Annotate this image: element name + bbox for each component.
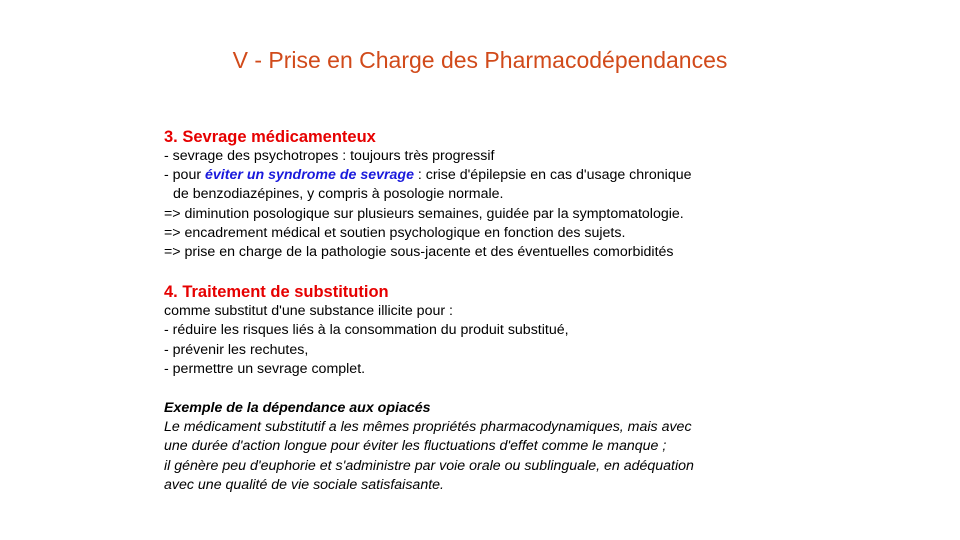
example-heading: Exemple de la dépendance aux opiacés: [164, 400, 431, 417]
text-fragment: - pour: [164, 167, 206, 184]
text-line: comme substitut d'une substance illicite…: [164, 303, 453, 320]
slide-body: 3. Sevrage médicamenteux - sevrage des p…: [164, 127, 804, 495]
section-heading-substitution: 4. Traitement de substitution: [164, 283, 389, 302]
example-text-line: avec une qualité de vie sociale satisfai…: [164, 476, 444, 493]
text-line: => prise en charge de la pathologie sous…: [164, 244, 674, 261]
text-line: - réduire les risques liés à la consomma…: [164, 322, 569, 339]
text-line: => diminution posologique sur plusieurs …: [164, 205, 684, 222]
text-fragment: : crise d'épilepsie en cas d'usage chron…: [413, 167, 692, 184]
text-line: de benzodiazépines, y compris à posologi…: [173, 186, 504, 203]
text-line: - prévenir les rechutes,: [164, 341, 309, 358]
text-line: => encadrement médical et soutien psycho…: [164, 224, 626, 241]
example-text-line: Le médicament substitutif a les mêmes pr…: [164, 419, 692, 436]
slide-title: V - Prise en Charge des Pharmacodépendan…: [232, 47, 728, 73]
text-line: - sevrage des psychotropes : toujours tr…: [164, 148, 495, 164]
highlighted-phrase: éviter un syndrome de sevrage: [205, 167, 414, 184]
example-text-line: une durée d'action longue pour éviter le…: [164, 438, 667, 455]
example-text-line: il génère peu d'euphorie et s'administre…: [164, 457, 694, 474]
section-heading-sevrage: 3. Sevrage médicamenteux: [164, 128, 376, 146]
text-line: - permettre un sevrage complet.: [164, 360, 366, 377]
text-line-with-highlight: - pour éviter un syndrome de sevrage : c…: [164, 166, 804, 185]
